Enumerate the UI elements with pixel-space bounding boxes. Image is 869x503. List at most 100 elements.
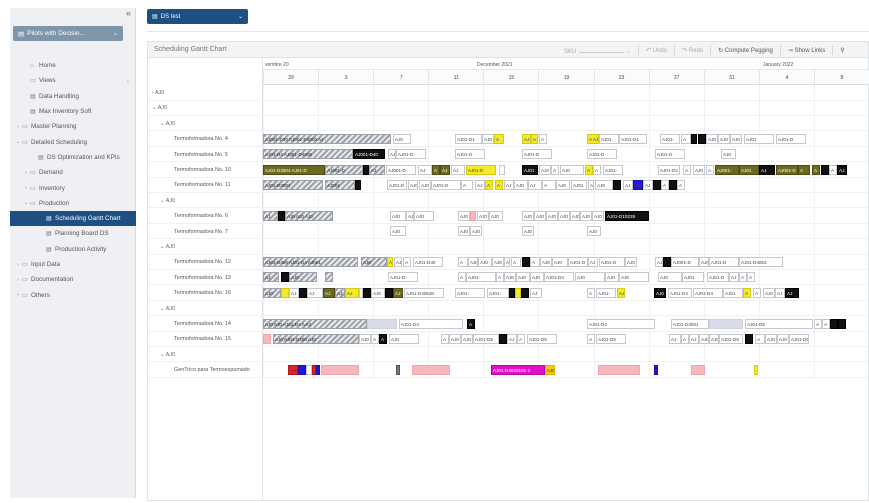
gantt-task-bar[interactable]: AJ0 [595,179,613,190]
gantt-task-bar[interactable]: AJ01-D5 [596,333,626,344]
gantt-task-bar[interactable]: AJ0 [693,164,705,175]
gantt-task-bar[interactable]: AJ01-D [396,149,426,160]
gantt-task-bar[interactable]: A [585,164,593,175]
gantt-task-bar[interactable]: A [539,133,547,144]
group-toggle[interactable]: ⌄ AJ0 [160,244,175,250]
gantt-task-bar[interactable]: AJ [588,256,598,267]
gantt-task-bar[interactable]: A [458,272,466,283]
gantt-task-bar[interactable]: A [485,179,493,190]
gantt-task-bar[interactable]: AJ0 [449,333,461,344]
gantt-task-bar[interactable]: AJ01-D40530 [404,287,444,298]
gantt-resource-row[interactable]: Termoformadora No. 10 AJ01-D2504 AJ01-D AJ… [148,162,868,178]
sidebar-item-others[interactable]: › ▭ Others [10,287,136,302]
gantt-task-bar[interactable]: AJ01-D5 [789,333,809,344]
gantt-task-bar[interactable]: AJ0 [482,133,494,144]
gantt-task-bar[interactable]: AJ0 [580,210,592,221]
gantt-task-bar[interactable]: AJ0 [414,210,434,221]
gantt-task-bar[interactable]: A [593,164,601,175]
gantt-task-bar[interactable]: AJ01-D1 [455,133,482,144]
gantt-task-bar[interactable]: AJ01 [744,133,774,144]
gantt-resource-row[interactable]: Termoformadora No. 13 AJ AJ0 AJ01-D A AJ01- A A… [148,269,868,286]
gantt-task-bar[interactable]: AJ [775,287,785,298]
gantt-task-bar[interactable]: AJ0 [522,210,534,221]
gantt-task-bar[interactable] [298,364,306,375]
gantt-task-bar[interactable]: AJ01-D [388,272,418,283]
gantt-task-bar[interactable]: A [504,256,510,267]
sidebar-item-master-planning[interactable]: › ▭ Master Planning [10,119,136,134]
gantt-task-bar[interactable]: AJ0 [468,256,478,267]
gantt-task-bar[interactable]: A [814,318,822,329]
gantt-task-bar[interactable]: AJ0 [655,256,663,267]
gantt-task-bar[interactable]: AJ0 [721,149,736,160]
sidebar-item-input-data[interactable]: › ▭ Input Data [10,257,136,272]
sku-filter[interactable]: SKU ⌄ [564,45,631,55]
gantt-task-bar[interactable]: AJ0 [461,333,473,344]
gantt-task-bar[interactable] [838,318,846,329]
gantt-task-bar[interactable]: AJ01-D [599,256,625,267]
gantt-task-bar[interactable]: AJ0 [765,333,777,344]
gantt-task-bar[interactable]: A [542,179,556,190]
gantt-task-bar[interactable]: AJ0 [263,287,281,298]
gantt-task-bar[interactable]: A [587,333,595,344]
gantt-task-bar[interactable]: AJ0 [556,179,570,190]
gantt-task-bar[interactable]: AJ01-D3001 [263,179,323,190]
compute-pegging-button[interactable]: ↻ Compute Pegging [718,47,773,54]
gantt-task-bar[interactable]: AJ001-D [386,164,416,175]
gantt-task-bar[interactable] [278,210,285,221]
gantt-task-bar[interactable]: AJ0 [718,133,730,144]
gantt-task-bar[interactable]: AJ01-D5 [745,318,813,329]
gantt-task-bar[interactable]: A [461,179,473,190]
gantt-task-bar[interactable] [830,318,838,329]
gantt-task-bar[interactable] [745,333,753,344]
gantt-task-bar[interactable]: A [371,333,379,344]
gantt-task-bar[interactable]: A [587,287,595,298]
gantt-task-bar[interactable]: AJ01-D4033101-2 [491,364,545,375]
gantt-group-row[interactable]: ⌄ AJ0 [148,239,868,255]
gantt-task-bar[interactable]: AJ [643,179,653,190]
search-icon[interactable]: ⚲ [840,47,844,54]
sidebar-item-ds-optimization-and-kpis[interactable]: ▤ DS Optimization and KPIs [10,150,136,165]
gantt-task-bar[interactable]: AJ0 [492,256,504,267]
gantt-task-bar[interactable]: AJ [289,287,299,298]
app-selector[interactable]: ▤ Pilots with Decisio... ⌄ [13,26,123,41]
gantt-task-bar[interactable] [653,179,661,190]
sidebar-item-views[interactable]: ▭ Views ⌄ [10,73,136,88]
gantt-group-row[interactable]: ⌄ AJ0 [148,115,868,132]
gantt-task-bar[interactable] [698,133,706,144]
gantt-task-bar[interactable]: AJ0 [777,333,789,344]
gantt-group-row[interactable]: ⌄ AJ0 [148,100,868,116]
gantt-group-row[interactable]: › AJ0 [148,85,868,101]
gantt-task-bar[interactable]: AJ [394,256,402,267]
sidebar-item-max-inventory-soft[interactable]: ▤ Max Inventory Soft [10,104,136,119]
gantt-task-bar[interactable]: AJ0 [699,333,709,344]
gantt-task-bar[interactable]: AJ [323,287,335,298]
gantt-task-bar[interactable]: AJ0 [289,272,317,283]
gantt-task-bar[interactable]: AJ001-D40 AJ001-D4002 AJ [263,133,391,144]
gantt-task-bar[interactable]: AJ01-D400 AJ01-D4 AJ001 [263,256,358,267]
gantt-task-bar[interactable]: AJ0 [361,256,387,267]
gantt-task-bar[interactable]: AJ01 [739,164,759,175]
gantt-task-bar[interactable]: A [494,133,504,144]
gantt-task-bar[interactable]: AJ [507,333,517,344]
gantt-task-bar[interactable] [522,256,530,267]
gantt-task-bar[interactable]: AJ01-D [707,272,729,283]
gantt-task-bar[interactable] [499,333,507,344]
gantt-task-bar[interactable]: AJ01 [723,287,743,298]
group-toggle[interactable]: › AJ0 [152,90,164,96]
gantt-task-bar[interactable]: A [681,133,691,144]
gantt-task-bar[interactable]: AJ01 [522,164,538,175]
sidebar-item-demand[interactable]: › ▭ Demand [10,165,136,180]
gantt-task-bar[interactable]: AJ01-D [522,149,552,160]
gantt-task-bar[interactable] [669,179,677,190]
gantt-task-bar[interactable]: AJ01-D4 [693,287,723,298]
gantt-task-bar[interactable]: AJ01-D5 [719,333,743,344]
gantt-task-bar[interactable]: AJ [451,164,465,175]
gantt-task-bar[interactable]: AJ01-D2 [658,164,680,175]
gantt-task-bar[interactable]: A [511,256,521,267]
gantt-task-bar[interactable] [385,287,393,298]
gantt-task-bar[interactable] [598,364,640,375]
gantt-task-bar[interactable]: AJ001-D [325,164,363,175]
gantt-task-bar[interactable]: A [467,318,475,329]
gantt-task-bar[interactable]: AJ0 [730,133,742,144]
gantt-task-bar[interactable]: A [829,164,837,175]
